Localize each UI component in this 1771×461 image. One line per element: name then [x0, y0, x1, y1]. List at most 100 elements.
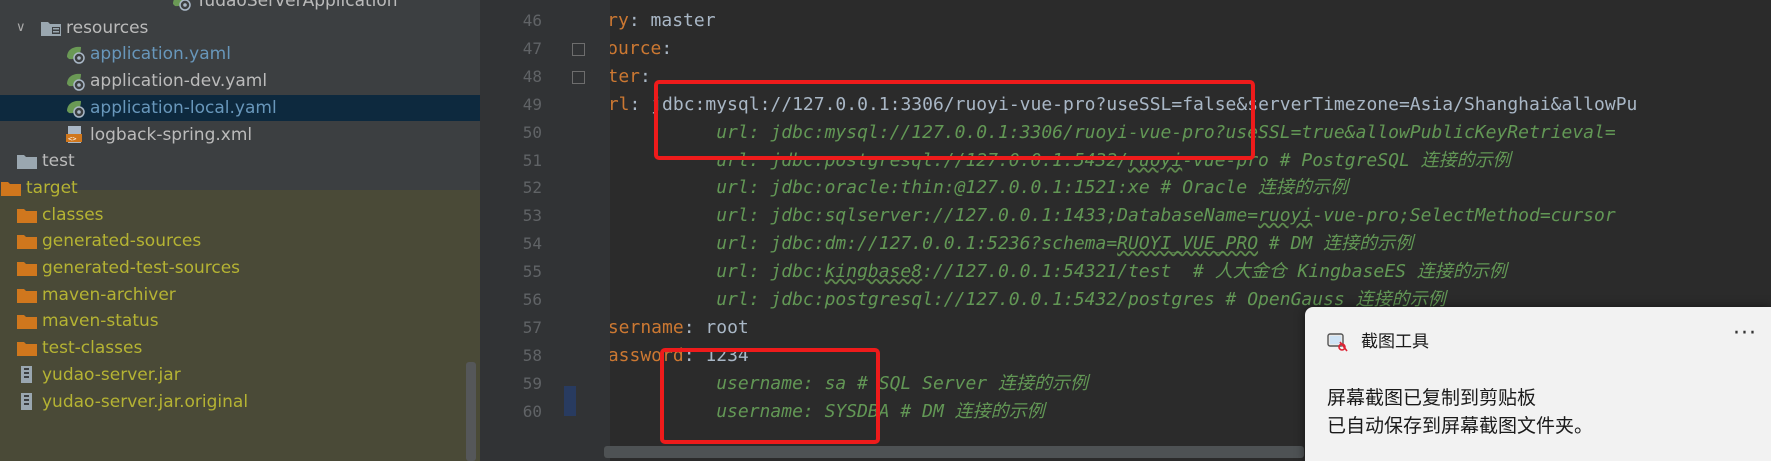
line-number: 52: [522, 178, 542, 198]
tree-item-label: target: [26, 177, 78, 198]
tree-item-label: yudao-server.jar: [42, 364, 181, 385]
svg-text:<>: <>: [68, 135, 76, 143]
code-token: 1234: [705, 344, 749, 366]
tree-item[interactable]: application-local.yaml: [0, 94, 480, 122]
code-token: url: [610, 93, 630, 115]
tree-item[interactable]: ∨ resources: [0, 15, 480, 42]
tree-item-label: application.yaml: [90, 44, 231, 65]
code-token: jdbc:mysql://127.0.0.1:3306/ruoyi-vue-pr…: [651, 93, 1638, 115]
code-token: master: [610, 65, 641, 87]
code-line: password: 1234: [610, 342, 749, 370]
tree-item[interactable]: YudaoServerApplication: [0, 0, 480, 15]
tree-item[interactable]: application.yaml: [0, 41, 480, 68]
code-token: # username: sa # SQL Server 连接的示例: [610, 372, 1088, 394]
snipping-tool-icon: [1327, 331, 1349, 353]
code-line: # url: jdbc:kingbase8://127.0.0.1:54321/…: [610, 258, 1507, 286]
tree-item-label: test: [42, 151, 75, 172]
line-number: 55: [522, 262, 542, 282]
code-token: # url: jdbc:: [610, 261, 825, 283]
code-token: :: [640, 65, 651, 87]
tree-item-label: application-dev.yaml: [90, 71, 268, 92]
notification-body: 已自动保存到屏幕截图文件夹。: [1327, 415, 1594, 437]
line-number: 51: [522, 150, 542, 170]
tree-vertical-scrollbar[interactable]: [466, 362, 476, 461]
tree-item-label: YudaoServerApplication: [196, 0, 398, 11]
line-number: 48: [522, 66, 542, 86]
line-number: 59: [522, 373, 542, 393]
notification-app-name: 截图工具: [1361, 332, 1429, 352]
fold-marker-icon[interactable]: [572, 42, 585, 56]
tree-item-label: generated-test-sources: [42, 258, 241, 278]
code-token: master: [650, 10, 716, 31]
fold-marker-icon[interactable]: [572, 70, 585, 84]
line-number: 47: [522, 38, 542, 58]
tree-item[interactable]: <> logback-spring.xml: [0, 122, 480, 149]
code-token: username: [610, 316, 684, 338]
line-number: 57: [522, 317, 542, 337]
code-token: # url: jdbc:postgresql://127.0.0.1:5432/: [610, 149, 1129, 171]
code-line: master:: [610, 63, 651, 91]
tree-item-label: resources: [66, 17, 149, 38]
code-token: root: [705, 316, 749, 338]
code-token: :: [683, 344, 706, 366]
code-token: :: [661, 37, 673, 59]
tree-item-label: generated-sources: [42, 231, 202, 252]
code-token: # url: jdbc:dm://127.0.0.1:5236?schema=: [610, 233, 1118, 255]
code-line: url: jdbc:mysql://127.0.0.1:3306/ruoyi-v…: [610, 91, 1637, 119]
code-token: :: [683, 316, 706, 338]
code-line: # username: SYSDBA # DM 连接的示例: [610, 398, 1044, 426]
code-token: # url: jdbc:mysql://127.0.0.1:3306/ruoyi…: [610, 121, 1616, 143]
tree-item[interactable]: test: [0, 148, 480, 175]
line-number: 49: [522, 94, 542, 114]
tree-item[interactable]: yudao-server.jar.original: [0, 389, 480, 416]
code-line: datasource:: [610, 35, 672, 63]
change-marker: [564, 386, 576, 416]
code-token: primary: [610, 10, 629, 31]
jar-file-icon: [16, 392, 38, 421]
tree-item[interactable]: maven-archiver: [0, 282, 480, 309]
tree-item-label: logback-spring.xml: [90, 124, 253, 145]
code-line-partial: # 设置为 false: [610, 0, 716, 2]
code-token: password: [610, 344, 684, 366]
tree-item[interactable]: generated-test-sources: [0, 255, 480, 282]
editor-horizontal-scrollbar[interactable]: [604, 446, 1304, 458]
tree-item-label: test-classes: [42, 338, 143, 359]
tree-item-label: maven-status: [42, 311, 159, 332]
code-line: # username: sa # SQL Server 连接的示例: [610, 370, 1088, 398]
project-tree: YudaoServerApplication ∨ resources applicat…: [0, 0, 480, 461]
code-token: -vue-pro # PostgreSQL 连接的示例: [1182, 149, 1511, 171]
snipping-tool-notification[interactable]: 截图工具 ··· 屏幕截图已复制到剪贴板 已自动保存到屏幕截图文件夹。: [1305, 307, 1771, 461]
tree-item[interactable]: application-dev.yaml: [0, 68, 480, 95]
tree-item-label: application-local.yaml: [90, 97, 277, 118]
code-token: datasource: [610, 37, 662, 59]
line-number: 58: [522, 345, 542, 365]
tree-item[interactable]: maven-status: [0, 308, 480, 335]
notification-more-button[interactable]: ···: [1733, 321, 1757, 346]
tree-item[interactable]: yudao-server.jar: [0, 362, 480, 389]
tree-item[interactable]: generated-sources: [0, 228, 480, 255]
line-number: 60: [522, 401, 542, 421]
code-line: # url: jdbc:postgresql://127.0.0.1:5432/…: [610, 147, 1511, 175]
code-line: # url: jdbc:mysql://127.0.0.1:3306/ruoyi…: [610, 119, 1616, 147]
tree-item-label: classes: [42, 204, 104, 225]
code-token: :: [628, 10, 651, 31]
tree-item-label: maven-archiver: [42, 284, 176, 305]
code-line: # url: jdbc:oracle:thin:@127.0.0.1:1521:…: [610, 174, 1348, 202]
code-token: # url: jdbc:sqlserver://127.0.0.1:1433;D…: [610, 205, 1259, 227]
code-token: ruoyi: [1128, 149, 1183, 171]
chevron-down-icon[interactable]: ∨: [16, 15, 26, 42]
code-line: # url: jdbc:sqlserver://127.0.0.1:1433;D…: [610, 202, 1615, 230]
tree-item[interactable]: classes: [0, 202, 480, 229]
tree-item[interactable]: target: [0, 175, 480, 202]
code-token: kingbase8: [824, 261, 923, 283]
code-line: username: root: [610, 314, 749, 342]
notification-title: 屏幕截图已复制到剪贴板: [1327, 387, 1537, 409]
code-token: ://127.0.0.1:54321/test # 人大金仓 KingbaseE…: [922, 261, 1507, 283]
code-line: # url: jdbc:dm://127.0.0.1:5236?schema=R…: [610, 230, 1413, 258]
tree-item-label: yudao-server.jar.original: [42, 391, 249, 412]
code-token: ruoyi: [1258, 205, 1313, 227]
line-number: 46: [522, 11, 542, 30]
tree-item[interactable]: test-classes: [0, 335, 480, 362]
line-number: 53: [522, 206, 542, 226]
code-token: # DM 连接的示例: [1258, 233, 1414, 255]
